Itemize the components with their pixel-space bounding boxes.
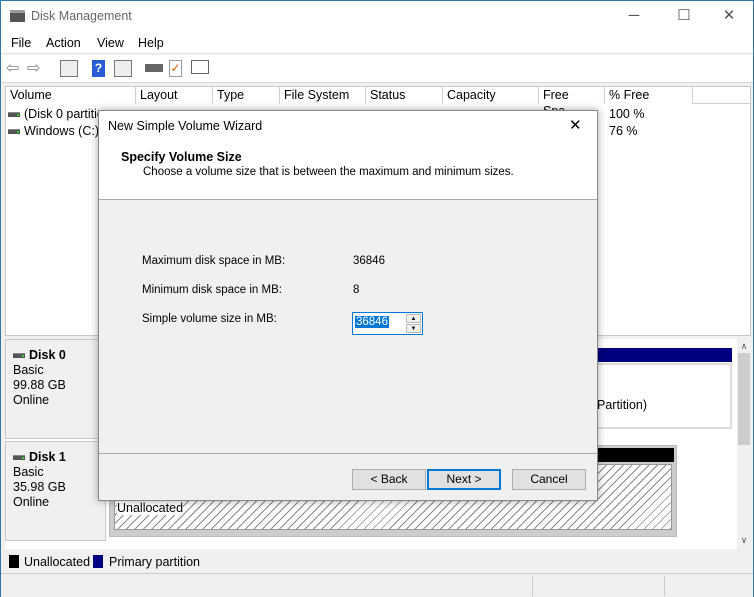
disk-management-icon	[10, 10, 25, 22]
volume-size-stepper[interactable]: 36846 ▲ ▼	[352, 312, 423, 335]
wizard-heading: Specify Volume Size	[121, 150, 242, 164]
dialog-title-bar: New Simple Volume Wizard ✕	[99, 111, 597, 141]
vertical-scrollbar[interactable]: ∧ ∨	[737, 339, 751, 549]
column-percent-free[interactable]: % Free	[605, 87, 693, 104]
cancel-button[interactable]: Cancel	[512, 469, 586, 490]
close-button[interactable]: ✕	[706, 5, 752, 27]
max-space-label: Maximum disk space in MB:	[142, 255, 286, 267]
volume-size-label: Simple volume size in MB:	[142, 313, 277, 325]
column-file-system[interactable]: File System	[280, 87, 366, 104]
menu-bar: File Action View Help	[1, 32, 753, 54]
dialog-close-button[interactable]: ✕	[569, 116, 582, 134]
check-icon[interactable]: ✓	[169, 60, 182, 77]
scroll-down-icon[interactable]: ∨	[737, 535, 751, 546]
connect-icon[interactable]	[145, 64, 163, 72]
table-cell-percent-free: 76 %	[609, 124, 638, 138]
status-bar	[1, 573, 753, 597]
minimize-button[interactable]: ─	[611, 5, 657, 27]
list-icon[interactable]	[191, 60, 209, 74]
menu-help[interactable]: Help	[138, 36, 164, 50]
status-divider	[664, 576, 665, 596]
dialog-divider	[99, 453, 597, 454]
forward-icon[interactable]: ⇨	[27, 60, 45, 77]
back-button[interactable]: < Back	[352, 469, 426, 490]
table-row[interactable]: Windows (C:)	[8, 124, 99, 138]
max-space-value: 36846	[353, 255, 385, 267]
dialog-title: New Simple Volume Wizard	[108, 119, 263, 133]
legend-swatch-unallocated	[9, 555, 19, 568]
scrollbar-thumb[interactable]	[738, 353, 750, 445]
status-divider	[532, 576, 533, 596]
help-icon[interactable]: ?	[92, 60, 105, 77]
table-cell-percent-free: 100 %	[609, 107, 645, 121]
column-capacity[interactable]: Capacity	[443, 87, 539, 104]
toolbar: ⇦ ⇨ ? ✓	[1, 55, 753, 83]
column-layout[interactable]: Layout	[136, 87, 213, 104]
disk-icon	[13, 353, 25, 359]
primary-partition-bar	[595, 348, 732, 362]
wizard-header: Specify Volume Size Choose a volume size…	[99, 141, 597, 200]
column-free-space[interactable]: Free Spa...	[539, 87, 605, 118]
menu-view[interactable]: View	[97, 36, 124, 50]
title-bar: Disk Management ─ ☐ ✕	[1, 1, 753, 32]
volume-list-header: Volume Layout Type File System Status Ca…	[6, 87, 750, 118]
column-volume[interactable]: Volume	[6, 87, 136, 104]
volume-size-input[interactable]: 36846	[355, 316, 389, 328]
properties-icon[interactable]	[114, 60, 132, 77]
new-simple-volume-wizard-dialog: New Simple Volume Wizard ✕ Specify Volum…	[98, 110, 598, 501]
column-status[interactable]: Status	[366, 87, 443, 104]
min-space-label: Minimum disk space in MB:	[142, 284, 282, 296]
legend-label-unallocated: Unallocated	[24, 555, 91, 569]
increment-icon[interactable]: ▲	[406, 314, 421, 323]
window-title: Disk Management	[31, 9, 132, 23]
legend: Unallocated Primary partition	[5, 551, 751, 571]
scroll-up-icon[interactable]: ∧	[737, 341, 751, 352]
console-tree-icon[interactable]	[60, 60, 78, 77]
legend-label-primary: Primary partition	[109, 555, 200, 569]
decrement-icon[interactable]: ▼	[406, 324, 421, 333]
legend-swatch-primary	[93, 555, 103, 568]
wizard-subheading: Choose a volume size that is between the…	[143, 166, 514, 178]
column-type[interactable]: Type	[213, 87, 280, 104]
disk-0-partition[interactable]: Partition)	[595, 363, 732, 429]
disk-icon	[13, 455, 25, 461]
volume-icon	[8, 112, 20, 118]
table-row[interactable]: (Disk 0 partitio	[8, 107, 104, 121]
back-icon[interactable]: ⇦	[6, 60, 24, 77]
min-space-value: 8	[353, 284, 360, 296]
maximize-button[interactable]: ☐	[661, 5, 707, 27]
next-button[interactable]: Next >	[427, 469, 501, 490]
volume-icon	[8, 129, 20, 135]
menu-action[interactable]: Action	[46, 36, 81, 50]
disk-0-label[interactable]: Disk 0 Basic 99.88 GB Online	[5, 339, 106, 439]
menu-file[interactable]: File	[11, 36, 31, 50]
disk-1-label[interactable]: Disk 1 Basic 35.98 GB Online	[5, 441, 106, 541]
